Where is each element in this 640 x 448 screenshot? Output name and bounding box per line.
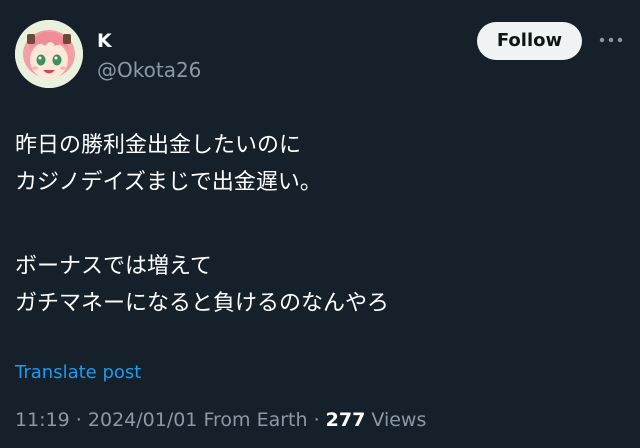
tweet-line: ガチマネーになると負けるのなんやろ <box>15 291 390 316</box>
views-count[interactable]: 277 <box>326 409 366 431</box>
tweet-meta: 11:19 · 2024/01/01 From Earth · 277 View… <box>15 406 426 434</box>
follow-button[interactable]: Follow <box>477 22 582 60</box>
tweet-line: ボーナスでは増えて <box>15 254 212 279</box>
tweet-time[interactable]: 11:19 <box>15 409 70 431</box>
tweet-line: カジノデイズまじで出金遅い。 <box>15 170 322 195</box>
views-label[interactable]: Views <box>371 409 426 431</box>
tweet-location: From Earth <box>203 409 308 431</box>
anime-girl-avatar-icon <box>15 20 83 88</box>
tweet-text: 昨日の勝利金出金したいのに カジノデイズまじで出金遅い。 ボーナスでは増えて ガ… <box>15 127 615 322</box>
translate-post-link[interactable]: Translate post <box>15 361 141 385</box>
author-name[interactable]: K <box>97 30 112 52</box>
separator: · <box>69 409 88 431</box>
separator: · <box>307 409 326 431</box>
avatar[interactable] <box>15 20 83 88</box>
tweet-line: 昨日の勝利金出金したいのに <box>15 133 302 158</box>
more-horizontal-icon[interactable] <box>598 30 624 50</box>
author-handle[interactable]: @Okota26 <box>97 58 201 82</box>
tweet-date[interactable]: 2024/01/01 <box>88 409 198 431</box>
